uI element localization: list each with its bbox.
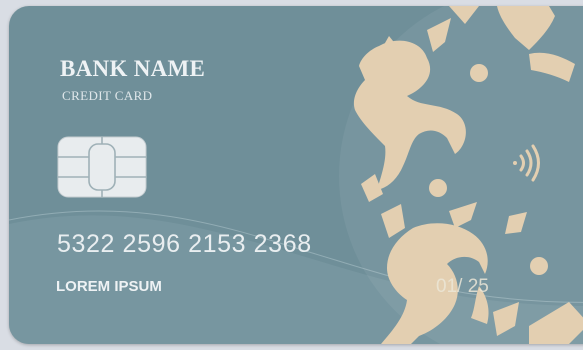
cardholder-name: LOREM IPSUM bbox=[56, 278, 162, 295]
expiry-date: 01/ 25 bbox=[436, 276, 489, 297]
card-number: 5322 2596 2153 2368 bbox=[57, 230, 312, 258]
credit-card-illustration: BANK NAME CREDIT CARD 5322 2596 2153 236… bbox=[0, 0, 583, 350]
bank-name: BANK NAME bbox=[60, 56, 206, 81]
card-type-label: CREDIT CARD bbox=[62, 88, 153, 103]
credit-card: BANK NAME CREDIT CARD 5322 2596 2153 236… bbox=[9, 6, 583, 344]
emv-chip-icon bbox=[57, 136, 147, 198]
contactless-payment-icon bbox=[513, 144, 540, 182]
